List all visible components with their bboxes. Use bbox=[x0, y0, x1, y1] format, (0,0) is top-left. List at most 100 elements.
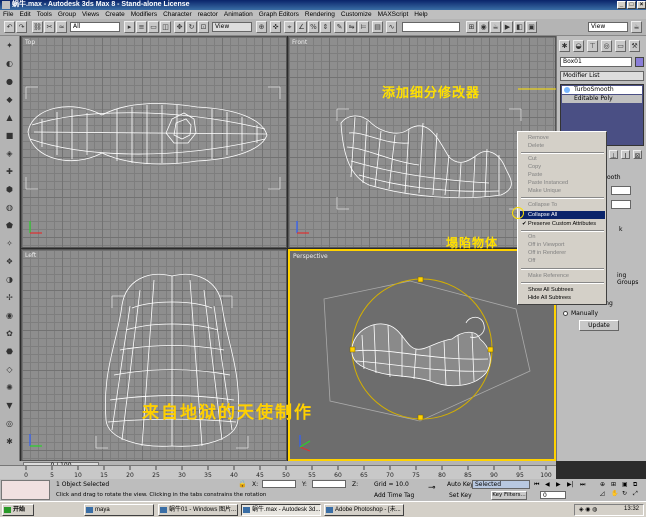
add-time-tag[interactable]: Add Time Tag bbox=[374, 492, 414, 499]
tool-icon-16[interactable]: ◉ bbox=[3, 310, 16, 321]
x-coord-field[interactable] bbox=[262, 480, 296, 488]
tool-icon-13[interactable]: ❖ bbox=[3, 256, 16, 267]
menu-item-paste-instanced[interactable]: Paste Instanced bbox=[520, 179, 605, 187]
tool-icon-7[interactable]: ◈ bbox=[3, 148, 16, 159]
tool-icon-1[interactable]: ✦ bbox=[3, 40, 16, 51]
menu-item-make-reference[interactable]: Make Reference bbox=[520, 272, 605, 280]
render-teapot-icon[interactable]: ☕ bbox=[631, 21, 642, 33]
selection-filter-dropdown[interactable]: All bbox=[70, 22, 120, 32]
viewport-left[interactable]: Left bbox=[21, 249, 287, 461]
material-editor-icon[interactable]: ◉ bbox=[478, 21, 489, 33]
menu-item-off-in-viewport[interactable]: Off in Viewport bbox=[520, 241, 605, 249]
tool-icon-15[interactable]: ✢ bbox=[3, 292, 16, 303]
task-photoshop[interactable]: Adobe Photoshop - [未... bbox=[324, 504, 404, 516]
bind-spacewarp-icon[interactable]: ≈ bbox=[56, 21, 67, 33]
link-icon[interactable]: ⛓ bbox=[32, 21, 43, 33]
tool-icon-2[interactable]: ◐ bbox=[3, 58, 16, 69]
menu-modifiers[interactable]: Modifiers bbox=[131, 11, 157, 18]
tool-icon-4[interactable]: ◆ bbox=[3, 94, 16, 105]
menu-group[interactable]: Group bbox=[58, 11, 76, 18]
redo-icon[interactable]: ↷ bbox=[16, 21, 27, 33]
go-to-end-icon[interactable]: ⏭ bbox=[580, 481, 585, 489]
menu-item-preserve-custom-attributes[interactable]: ✔ Preserve Custom Attributes bbox=[520, 220, 605, 228]
hierarchy-tab-icon[interactable]: ⊤ bbox=[587, 40, 598, 52]
select-by-name-icon[interactable]: ≡ bbox=[136, 21, 147, 33]
update-manually-radio[interactable]: Manually bbox=[563, 310, 598, 317]
menu-character[interactable]: Character bbox=[163, 11, 192, 18]
pivot-icon[interactable]: ⊕ bbox=[256, 21, 267, 33]
task-3dsmax[interactable]: 蜗牛.max - Autodesk 3d... bbox=[241, 504, 321, 516]
snap-icon[interactable]: ⌖ bbox=[284, 21, 295, 33]
zoom-extents-all-icon[interactable]: ⧉ bbox=[633, 481, 637, 489]
menu-maxscript[interactable]: MAXScript bbox=[378, 11, 409, 18]
display-tab-icon[interactable]: ▭ bbox=[615, 40, 626, 52]
scale-icon[interactable]: ⊡ bbox=[198, 21, 209, 33]
zoom-extents-icon[interactable]: ▣ bbox=[622, 481, 628, 488]
motion-tab-icon[interactable]: ◎ bbox=[601, 40, 612, 52]
menu-item-paste[interactable]: Paste bbox=[520, 171, 605, 179]
tool-icon-20[interactable]: ✺ bbox=[3, 382, 16, 393]
tool-icon-8[interactable]: ✚ bbox=[3, 166, 16, 177]
menu-item-show-all-subtrees[interactable]: Show All Subtrees bbox=[520, 286, 605, 294]
menu-reactor[interactable]: reactor bbox=[198, 11, 218, 18]
close-button[interactable]: × bbox=[637, 1, 646, 9]
menu-help[interactable]: Help bbox=[414, 11, 427, 18]
menu-item-delete[interactable]: Delete bbox=[520, 142, 605, 150]
key-mode-dropdown[interactable]: Selected bbox=[472, 480, 530, 489]
tool-icon-21[interactable]: ▼ bbox=[3, 400, 16, 411]
quick-render-icon[interactable]: ▶ bbox=[502, 21, 513, 33]
zoom-all-icon[interactable]: ⊞ bbox=[611, 481, 616, 488]
pin-stack-icon[interactable]: ⊥ bbox=[609, 150, 618, 160]
key-icon[interactable]: ⊸ bbox=[428, 483, 436, 493]
menu-item-on[interactable]: On bbox=[520, 233, 605, 241]
tool-icon-14[interactable]: ◑ bbox=[3, 274, 16, 285]
task-maya[interactable]: maya bbox=[84, 504, 154, 516]
track-bar[interactable]: 0 5 10 15 20 25 30 35 40 45 50 55 60 65 70 75 80 85 90 95 10… bbox=[0, 465, 556, 479]
ref-coord-dropdown[interactable]: View bbox=[212, 22, 252, 32]
menu-edit[interactable]: Edit bbox=[19, 11, 30, 18]
tool-icon-19[interactable]: ◇ bbox=[3, 364, 16, 375]
go-to-start-icon[interactable]: ⏮ bbox=[534, 481, 539, 489]
tool-icon-17[interactable]: ✿ bbox=[3, 328, 16, 339]
maxscript-listener[interactable] bbox=[1, 480, 50, 500]
window-crossing-icon[interactable]: ◫ bbox=[160, 21, 171, 33]
show-end-result-icon[interactable]: Ι bbox=[621, 150, 630, 160]
utilities-tab-icon[interactable]: ⚒ bbox=[629, 40, 640, 52]
select-icon[interactable]: ▸ bbox=[124, 21, 135, 33]
rotate-icon[interactable]: ↻ bbox=[186, 21, 197, 33]
object-color-swatch[interactable] bbox=[635, 57, 644, 67]
prev-frame-icon[interactable]: ◀ bbox=[545, 481, 550, 488]
remove-modifier-icon[interactable]: ⊠ bbox=[633, 150, 642, 160]
tool-icon-6[interactable]: ■ bbox=[3, 130, 16, 141]
mirror-icon[interactable]: ⇋ bbox=[346, 21, 357, 33]
tool-icon-9[interactable]: ⬢ bbox=[3, 184, 16, 195]
menu-item-make-unique[interactable]: Make Unique bbox=[520, 187, 605, 195]
iterations-field[interactable] bbox=[611, 186, 631, 195]
current-frame-field[interactable]: 0 bbox=[540, 491, 566, 499]
undo-icon[interactable]: ↶ bbox=[4, 21, 15, 33]
menu-graph-editors[interactable]: Graph Editors bbox=[259, 11, 299, 18]
lock-icon[interactable]: 🔒 bbox=[238, 480, 247, 488]
tool-icon-23[interactable]: ✱ bbox=[3, 436, 16, 447]
percent-snap-icon[interactable]: % bbox=[308, 21, 319, 33]
auto-key-button[interactable]: Auto Key bbox=[447, 481, 474, 488]
menu-file[interactable]: File bbox=[3, 11, 13, 18]
minimize-button[interactable]: _ bbox=[617, 1, 626, 9]
menu-item-off[interactable]: Off bbox=[520, 257, 605, 265]
render-frame-icon[interactable]: ▣ bbox=[526, 21, 537, 33]
maximize-button[interactable]: □ bbox=[627, 1, 636, 9]
menu-tools[interactable]: Tools bbox=[37, 11, 52, 18]
viewport-top[interactable]: Top bbox=[21, 36, 287, 248]
align-icon[interactable]: ⊨ bbox=[358, 21, 369, 33]
menu-item-copy[interactable]: Copy bbox=[520, 163, 605, 171]
move-icon[interactable]: ✥ bbox=[174, 21, 185, 33]
stack-item-turbosmooth[interactable]: TurboSmooth bbox=[562, 86, 642, 94]
tool-icon-11[interactable]: ⬟ bbox=[3, 220, 16, 231]
fov-icon[interactable]: ◿ bbox=[600, 490, 605, 497]
object-name-field[interactable]: Box01 bbox=[560, 57, 632, 67]
task-image-viewer[interactable]: 蜗牛01 - Windows 图片... bbox=[158, 504, 238, 516]
manipulate-icon[interactable]: ✜ bbox=[270, 21, 281, 33]
tray-icons[interactable]: ◈ ◉ ◍ bbox=[579, 506, 597, 513]
menu-item-remove[interactable]: Remove bbox=[520, 134, 605, 142]
next-frame-icon[interactable]: ▶| bbox=[567, 481, 574, 488]
